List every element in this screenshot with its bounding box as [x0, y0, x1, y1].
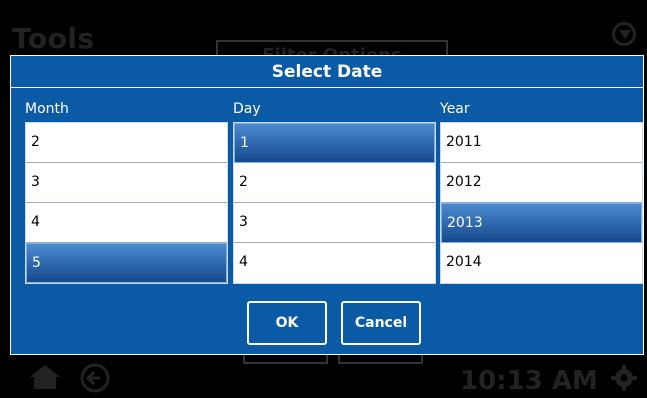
cancel-button[interactable]: Cancel	[341, 301, 421, 345]
year-item[interactable]: 2014	[441, 243, 642, 283]
page-title: Tools	[12, 22, 95, 55]
select-date-dialog: Select Date Month Day Year 2 3 4 5 1 2 3…	[10, 55, 644, 355]
filter-icon[interactable]	[612, 22, 636, 46]
month-item-selected[interactable]: 5	[26, 243, 227, 283]
month-item[interactable]: 4	[26, 203, 227, 243]
gear-icon[interactable]	[610, 364, 638, 392]
background-button-stub-left	[243, 354, 328, 364]
background-button-stub-right	[338, 354, 423, 364]
ok-button[interactable]: OK	[247, 301, 327, 345]
home-icon[interactable]	[30, 365, 60, 389]
day-item[interactable]: 4	[234, 243, 435, 283]
month-list[interactable]: 2 3 4 5	[25, 122, 228, 284]
day-item-selected[interactable]: 1	[234, 123, 435, 163]
clock-time: 10:13 AM	[460, 366, 598, 396]
day-list[interactable]: 1 2 3 4	[233, 122, 436, 284]
year-item[interactable]: 2011	[441, 123, 642, 163]
month-item[interactable]: 3	[26, 163, 227, 203]
day-item[interactable]: 2	[234, 163, 435, 203]
year-label: Year	[440, 101, 470, 117]
month-label: Month	[25, 101, 69, 117]
month-item[interactable]: 2	[26, 123, 227, 163]
year-item[interactable]: 2012	[441, 163, 642, 203]
year-item-selected[interactable]: 2013	[441, 203, 642, 243]
day-label: Day	[233, 101, 261, 117]
dialog-title: Select Date	[11, 56, 643, 88]
back-icon[interactable]	[80, 363, 110, 393]
day-item[interactable]: 3	[234, 203, 435, 243]
year-list[interactable]: 2011 2012 2013 2014	[440, 122, 643, 284]
